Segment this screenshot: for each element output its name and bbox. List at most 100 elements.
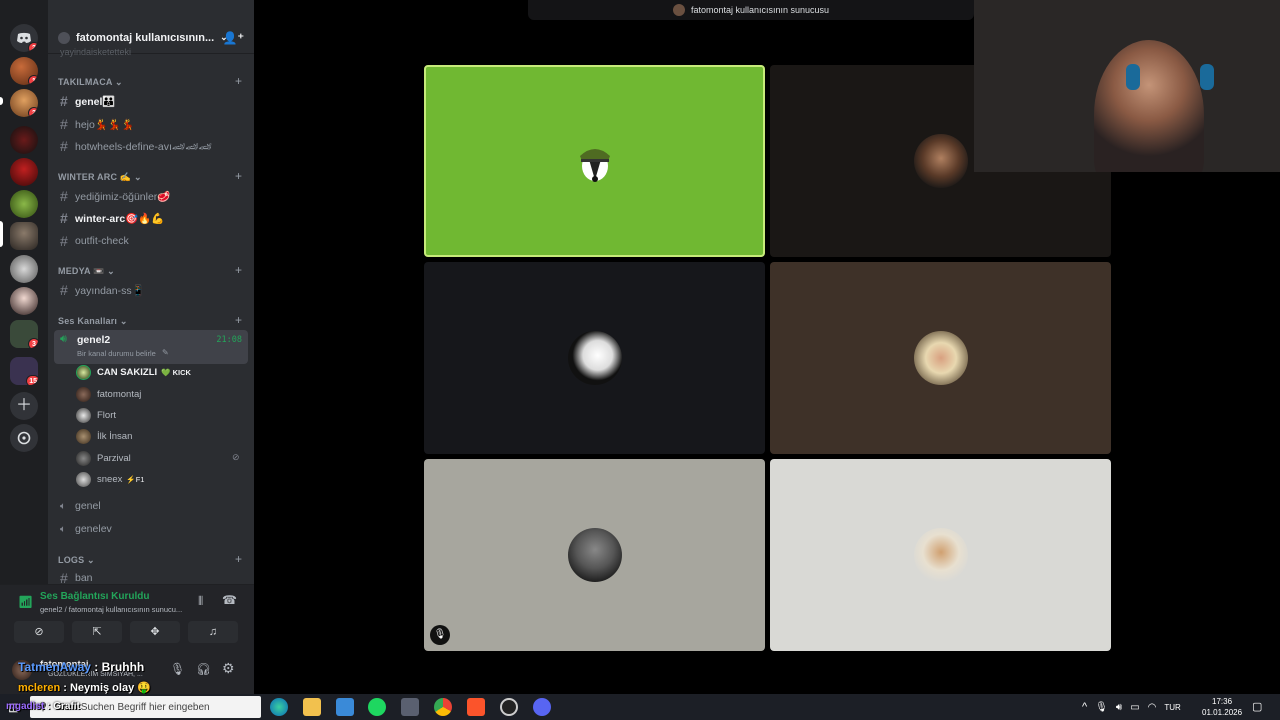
connection-title[interactable]: Ses Bağlantısı Kuruldu bbox=[40, 591, 149, 602]
brave-icon[interactable] bbox=[467, 698, 485, 716]
channel-genel[interactable]: # genel👨‍👨‍👦 bbox=[54, 91, 248, 111]
channel-yedigimiz[interactable]: # yediğimiz-öğünler🥩 bbox=[54, 186, 248, 206]
server-icon[interactable] bbox=[10, 190, 38, 218]
category-ses-kanallari[interactable]: Ses Kanalları ⌄ bbox=[58, 316, 128, 327]
soundboard-button[interactable]: ♫ bbox=[188, 621, 238, 643]
voice-user[interactable]: fatomontaj bbox=[76, 385, 141, 403]
server-icon[interactable]: 1 bbox=[10, 57, 38, 85]
voice-user[interactable]: CAN SAKIZLI 💚 KICK bbox=[76, 363, 191, 381]
server-folder[interactable]: 15 bbox=[10, 357, 38, 385]
chevron-up-icon[interactable]: ^ bbox=[1082, 701, 1087, 713]
hash-icon: # bbox=[60, 210, 68, 226]
add-member-icon[interactable]: 👤⁺ bbox=[223, 31, 244, 45]
windows-taskbar: ⊞ ⚲ Zum Suchen Begriff hier eingeben ^ 🎙… bbox=[0, 694, 1280, 720]
channel-yayindan-ss[interactable]: # yayından-ss📱 bbox=[54, 280, 248, 300]
webcam-overlay bbox=[974, 0, 1280, 172]
video-tile-speaking[interactable] bbox=[424, 65, 765, 257]
settings-gear-icon[interactable]: ⚙ bbox=[222, 660, 235, 677]
channel-outfit-check[interactable]: # outfit-check bbox=[54, 231, 248, 251]
headphones-icon[interactable]: 🎧︎ bbox=[196, 662, 211, 676]
mention-badge: 1 bbox=[28, 75, 38, 85]
compass-icon bbox=[17, 431, 31, 445]
server-icon[interactable]: 2 bbox=[10, 89, 38, 117]
server-icon[interactable] bbox=[10, 287, 38, 315]
add-channel-icon[interactable]: + bbox=[235, 74, 242, 88]
category-logs[interactable]: LOGS ⌄ bbox=[58, 555, 95, 566]
voice-channel-genel[interactable]: 🔈︎ genel bbox=[54, 496, 248, 516]
add-channel-icon[interactable]: + bbox=[235, 552, 242, 566]
channel-cut-off[interactable]: yayindaisketetteki bbox=[54, 46, 248, 58]
notification-icon[interactable]: ▢ bbox=[1252, 700, 1262, 713]
file-explorer-icon[interactable] bbox=[303, 698, 321, 716]
video-tile[interactable]: 🎙︎ bbox=[424, 459, 765, 651]
voice-user[interactable]: Flort bbox=[76, 406, 116, 424]
channel-status[interactable]: Bir kanal durumu belirle bbox=[77, 349, 156, 358]
obs-icon[interactable] bbox=[500, 698, 518, 716]
spotify-icon[interactable] bbox=[368, 698, 386, 716]
video-tile[interactable] bbox=[770, 459, 1111, 651]
noise-suppression-icon[interactable]: ⦀ bbox=[198, 594, 203, 609]
hash-icon: # bbox=[60, 116, 68, 132]
speaker-icon: 🔊︎ bbox=[60, 333, 67, 345]
edge-icon[interactable] bbox=[270, 698, 288, 716]
microphone-icon[interactable]: 🎙︎ bbox=[170, 662, 185, 676]
category-takilmaca[interactable]: TAKILMACA ⌄ bbox=[58, 77, 123, 88]
server-icon[interactable] bbox=[10, 158, 38, 186]
mic-tray-icon[interactable]: 🎙︎ bbox=[1095, 702, 1108, 713]
soundboard-icon: ♫ bbox=[208, 626, 218, 638]
selected-pill bbox=[0, 221, 3, 247]
server-icon[interactable] bbox=[10, 126, 38, 154]
clock[interactable]: 17:36 01.01.2026 bbox=[1202, 694, 1242, 720]
explore-button[interactable] bbox=[10, 424, 38, 452]
add-channel-icon[interactable]: + bbox=[235, 169, 242, 183]
voice-user[interactable]: İlk İnsan bbox=[76, 427, 132, 445]
avatar bbox=[567, 528, 622, 582]
language-indicator[interactable]: TUR bbox=[1164, 703, 1180, 712]
server-icon[interactable] bbox=[10, 255, 38, 283]
webcam-headset bbox=[1200, 64, 1214, 90]
connection-subtitle[interactable]: genel2 / fatomontaj kullanıcısının sunuc… bbox=[40, 605, 182, 614]
signal-icon: 📶︎ bbox=[18, 595, 34, 609]
add-channel-icon[interactable]: + bbox=[235, 263, 242, 277]
voice-user[interactable]: sneex ⚡F1 bbox=[76, 470, 144, 488]
screen-share-button[interactable]: ⇱ bbox=[72, 621, 122, 643]
activities-button[interactable]: ✥ bbox=[130, 621, 180, 643]
calculator-icon[interactable] bbox=[401, 698, 419, 716]
server-folder[interactable]: 3 bbox=[10, 320, 38, 348]
stream-title-bar: fatomontaj kullanıcısının sunucusu bbox=[528, 0, 974, 20]
channel-hotwheels[interactable]: # hotwheels-define-avı🏎🏎🏎 bbox=[54, 136, 248, 156]
unread-pill bbox=[0, 97, 3, 105]
channel-hejo[interactable]: # hejo💃💃💃 bbox=[54, 114, 248, 134]
add-channel-icon[interactable]: + bbox=[235, 313, 242, 327]
battery-icon[interactable]: ▭ bbox=[1130, 702, 1139, 713]
voice-channel-genelev[interactable]: 🔈︎ genelev bbox=[54, 519, 248, 539]
avatar bbox=[76, 428, 91, 444]
hash-icon: # bbox=[60, 282, 68, 298]
voice-user[interactable]: Parzival bbox=[76, 449, 131, 467]
volume-icon[interactable]: 🔊︎ bbox=[1116, 702, 1122, 713]
avatar bbox=[567, 331, 622, 385]
channel-winter-arc[interactable]: # winter-arc🎯🔥💪 bbox=[54, 208, 248, 228]
mention-badge: 2 bbox=[28, 107, 38, 117]
chrome-icon[interactable] bbox=[434, 698, 452, 716]
hash-icon: # bbox=[60, 138, 68, 154]
webcam-person bbox=[1094, 40, 1204, 172]
discord-home-button[interactable]: 2 bbox=[10, 24, 38, 52]
server-icon-active[interactable] bbox=[10, 222, 38, 250]
category-winter-arc[interactable]: WINTER ARC ✍ ⌄ bbox=[58, 172, 142, 183]
camera-toggle-button[interactable]: ⊘ bbox=[14, 621, 64, 643]
video-tile[interactable] bbox=[424, 262, 765, 454]
voice-channel-active[interactable]: 🔊︎ genel2 21:08 Bir kanal durumu belirle… bbox=[54, 330, 248, 364]
guild-icon bbox=[58, 31, 70, 44]
category-medya[interactable]: MEDYA 📼 ⌄ bbox=[58, 266, 115, 277]
video-tile[interactable] bbox=[770, 262, 1111, 454]
add-server-button[interactable]: ＋ bbox=[10, 392, 38, 420]
avatar bbox=[567, 134, 622, 188]
wifi-icon[interactable]: ◠ bbox=[1148, 702, 1157, 713]
store-icon[interactable] bbox=[336, 698, 354, 716]
pencil-icon[interactable]: ✎ bbox=[162, 348, 169, 357]
disconnect-icon[interactable]: ☎ bbox=[222, 593, 237, 607]
avatar bbox=[913, 134, 968, 188]
server-avatar bbox=[672, 4, 685, 16]
discord-taskbar-icon[interactable] bbox=[533, 698, 551, 716]
